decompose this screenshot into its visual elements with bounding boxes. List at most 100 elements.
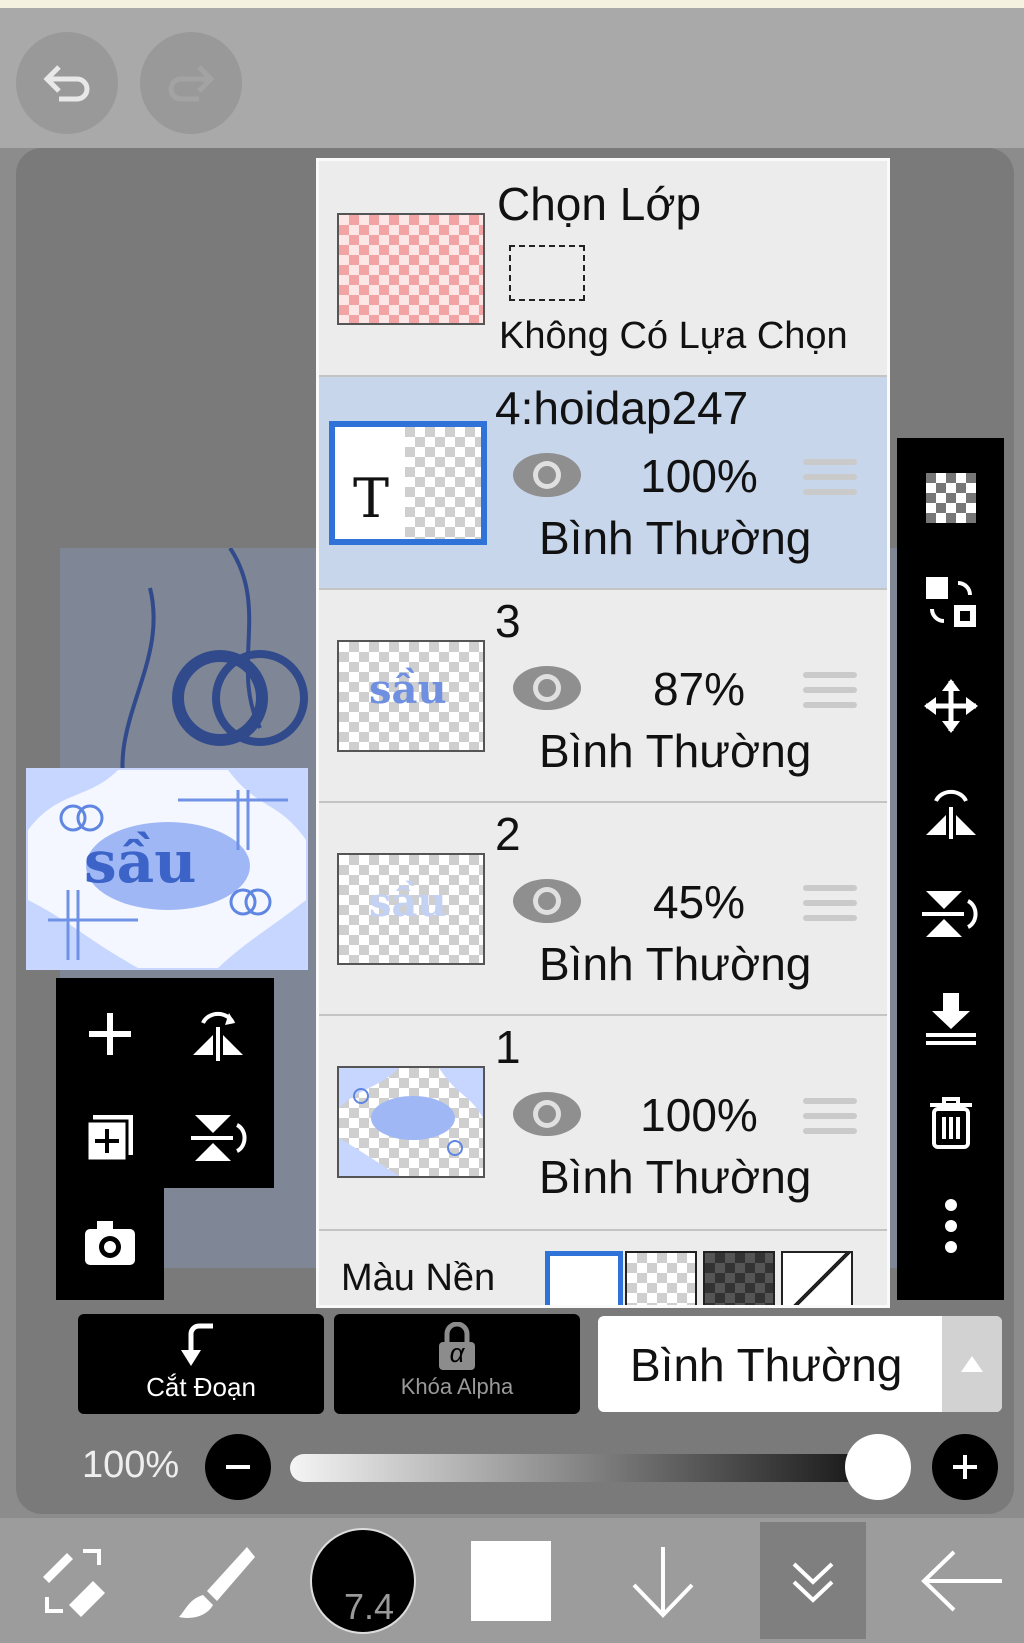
- tool-switch-button[interactable]: [18, 1518, 128, 1643]
- layer-thumb-text: sầu: [369, 879, 447, 926]
- brush-tool-button[interactable]: [160, 1518, 270, 1643]
- move-button[interactable]: [901, 654, 1001, 758]
- redo-button[interactable]: [140, 32, 242, 134]
- layer-row[interactable]: sầu 2 45% Bình Thường: [319, 801, 887, 1015]
- layer-row[interactable]: T 4:hoidap247 100% Bình Thường: [319, 375, 887, 589]
- redo-icon: [168, 65, 215, 102]
- opacity-slider[interactable]: [290, 1454, 880, 1482]
- opacity-decrease-button[interactable]: [205, 1434, 271, 1500]
- layer-down-button[interactable]: [608, 1518, 718, 1643]
- plus-icon: [89, 1013, 131, 1055]
- merge-down-button[interactable]: [901, 966, 1001, 1070]
- add-layer-button[interactable]: [60, 984, 160, 1084]
- opacity-increase-button[interactable]: [932, 1434, 998, 1500]
- merge-down-icon: [926, 993, 976, 1045]
- clipping-label: Cắt Đoạn: [146, 1372, 256, 1402]
- text-layer-glyph: T: [353, 467, 390, 530]
- background-label: Màu Nền: [341, 1257, 496, 1299]
- flip-vertical-right-button[interactable]: [901, 862, 1001, 966]
- double-chevron-down-icon: [792, 1562, 834, 1603]
- layer-blend-mode: Bình Thường: [539, 512, 812, 564]
- layer-row[interactable]: 1 100% Bình Thường: [319, 1014, 887, 1228]
- move-icon: [924, 679, 978, 733]
- flip-horizontal-right-button[interactable]: [901, 758, 1001, 862]
- selection-status: Không Có Lựa Chọn: [499, 315, 848, 357]
- layer-thumbnail: [337, 1066, 485, 1178]
- layer-name: 4:hoidap247: [495, 382, 749, 434]
- left-toolbar: [56, 978, 274, 1300]
- blend-mode-value: Bình Thường: [630, 1339, 903, 1391]
- back-button[interactable]: [908, 1518, 1018, 1643]
- duplicate-layer-button[interactable]: [60, 1088, 160, 1188]
- minus-icon: [226, 1465, 250, 1469]
- brush-size-button[interactable]: 7.4: [308, 1518, 418, 1643]
- clipping-button[interactable]: Cắt Đoạn: [78, 1314, 324, 1414]
- layer-blend-mode: Bình Thường: [539, 725, 812, 777]
- flip-vertical-icon: [191, 1115, 247, 1161]
- selection-layer-row[interactable]: Chọn Lớp Không Có Lựa Chọn: [319, 161, 887, 375]
- layer-panel: Chọn Lớp Không Có Lựa Chọn T 4:hoidap247…: [316, 158, 890, 1308]
- alpha-symbol: α: [449, 1338, 465, 1368]
- right-toolbar: [897, 438, 1004, 1300]
- blend-mode-select[interactable]: Bình Thường: [598, 1316, 1002, 1412]
- flip-vertical-button[interactable]: [168, 1088, 268, 1188]
- top-toolbar: [0, 8, 1024, 148]
- color-swatch: [471, 1540, 551, 1621]
- flip-horizontal-icon: [926, 789, 976, 839]
- transparency-button[interactable]: [901, 446, 1001, 550]
- eye-icon[interactable]: [509, 873, 585, 929]
- layer-thumbnail: sầu: [337, 853, 485, 965]
- layer-opacity: 100%: [640, 1089, 758, 1141]
- undo-button[interactable]: [16, 32, 118, 134]
- more-options-button[interactable]: [901, 1174, 1001, 1278]
- drag-handle-icon[interactable]: [803, 885, 857, 929]
- bg-dark-swatch[interactable]: [703, 1251, 775, 1305]
- add-copy-icon: [85, 1115, 133, 1163]
- layer-panel-toggle[interactable]: [760, 1522, 866, 1639]
- camera-icon: [85, 1221, 135, 1265]
- background-color-row: Màu Nền: [319, 1229, 887, 1305]
- alpha-lock-button[interactable]: α Khóa Alpha: [334, 1314, 580, 1414]
- layer-blend-mode: Bình Thường: [539, 1151, 812, 1203]
- flip-horizontal-icon: [193, 1011, 243, 1061]
- drag-handle-icon[interactable]: [803, 459, 857, 503]
- layer-thumb-text: sầu: [369, 666, 447, 713]
- swap-layers-button[interactable]: [901, 550, 1001, 654]
- pen-eraser-swap-icon: [43, 1548, 105, 1617]
- swap-icon: [926, 577, 976, 627]
- bottom-toolbar: 7.4: [0, 1518, 1024, 1643]
- canvas-preview[interactable]: sầu: [26, 768, 308, 970]
- triangle-up-icon[interactable]: [942, 1316, 1002, 1412]
- color-button[interactable]: [456, 1518, 566, 1643]
- layer-opacity-label: 100%: [82, 1444, 180, 1486]
- bg-white-swatch[interactable]: [545, 1251, 623, 1305]
- arrow-left-icon: [921, 1550, 1002, 1611]
- selection-marquee-icon: [509, 245, 585, 301]
- drag-handle-icon[interactable]: [803, 1098, 857, 1142]
- layer-name: 1: [495, 1021, 521, 1073]
- opacity-slider-knob[interactable]: [845, 1434, 911, 1500]
- more-vertical-icon: [945, 1199, 957, 1253]
- camera-button[interactable]: [60, 1192, 160, 1292]
- eye-icon[interactable]: [509, 660, 585, 716]
- bg-none-swatch[interactable]: [781, 1251, 853, 1305]
- eye-icon[interactable]: [509, 447, 585, 503]
- undo-icon: [43, 65, 90, 102]
- status-strip: [0, 0, 1024, 8]
- alpha-lock-label: Khóa Alpha: [400, 1374, 514, 1399]
- brush-icon: [179, 1546, 255, 1618]
- flip-horizontal-button[interactable]: [168, 984, 268, 1084]
- eye-icon[interactable]: [509, 1086, 585, 1142]
- brush-size-circle: 7.4: [310, 1527, 416, 1634]
- layer-opacity: 45%: [652, 876, 746, 928]
- layer-opacity: 87%: [652, 663, 746, 715]
- layer-thumbnail: T: [329, 421, 487, 545]
- layer-row[interactable]: sầu 3 87% Bình Thường: [319, 588, 887, 802]
- delete-layer-button[interactable]: [901, 1070, 1001, 1174]
- layer-name: 3: [495, 595, 521, 647]
- selection-thumbnail: [337, 213, 485, 325]
- drag-handle-icon[interactable]: [803, 672, 857, 716]
- preview-text: sầu: [84, 828, 197, 896]
- flip-vertical-icon: [922, 891, 978, 937]
- bg-transparent-swatch[interactable]: [625, 1251, 697, 1305]
